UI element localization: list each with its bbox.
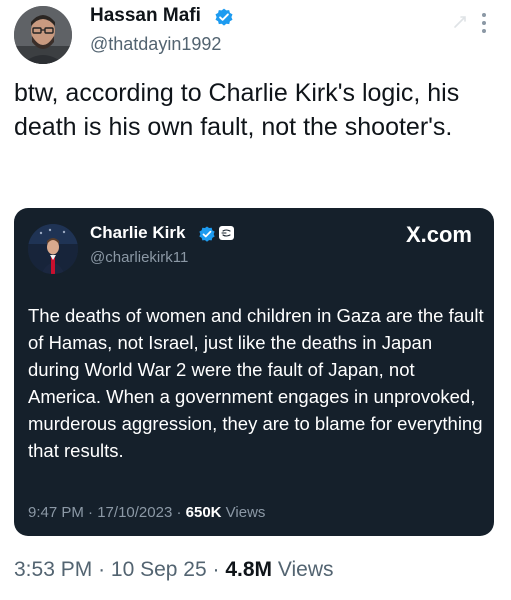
grok-icon[interactable]: [452, 14, 468, 30]
separator: ·: [176, 504, 182, 521]
separator: ·: [98, 558, 106, 581]
affiliate-badge-icon: [219, 226, 234, 240]
views-label[interactable]: Views: [278, 558, 334, 581]
tweet-date[interactable]: 10 Sep 25: [111, 558, 207, 581]
more-options-icon[interactable]: [478, 8, 490, 38]
author-avatar[interactable]: [14, 6, 72, 64]
author-name[interactable]: Hassan Mafi: [90, 5, 201, 27]
quoted-views-count: 650K: [185, 504, 222, 521]
tweet-text: btw, according to Charlie Kirk's logic, …: [14, 79, 460, 141]
quoted-author-handle[interactable]: @charliekirk11: [90, 249, 188, 266]
quoted-tweet-card[interactable]: Charlie Kirk @charliekirk11 X.com The de…: [14, 208, 494, 536]
tweet-time[interactable]: 3:53 PM: [14, 558, 92, 581]
quoted-author-avatar[interactable]: [28, 224, 78, 274]
views-count[interactable]: 4.8M: [225, 558, 272, 581]
separator: ·: [88, 504, 94, 521]
quoted-tweet-text: The deaths of women and children in Gaza…: [28, 305, 484, 461]
quoted-author-name[interactable]: Charlie Kirk: [90, 223, 185, 243]
quoted-views-label: Views: [225, 504, 266, 521]
quoted-date[interactable]: 17/10/2023: [97, 504, 172, 521]
verified-badge-icon: [214, 7, 234, 27]
author-handle[interactable]: @thatdayin1992: [90, 34, 221, 55]
tweet-meta: 3:53 PM · 10 Sep 25 · 4.8M Views: [14, 558, 334, 582]
source-domain: X.com: [405, 222, 472, 247]
tweet: Hassan Mafi @thatdayin1992 btw, accordin…: [0, 0, 511, 600]
separator: ·: [212, 558, 220, 581]
quoted-time[interactable]: 9:47 PM: [28, 504, 84, 521]
quoted-verified-badge-icon: [198, 225, 216, 243]
quoted-tweet-meta: 9:47 PM · 17/10/2023 · 650K Views: [28, 504, 265, 521]
